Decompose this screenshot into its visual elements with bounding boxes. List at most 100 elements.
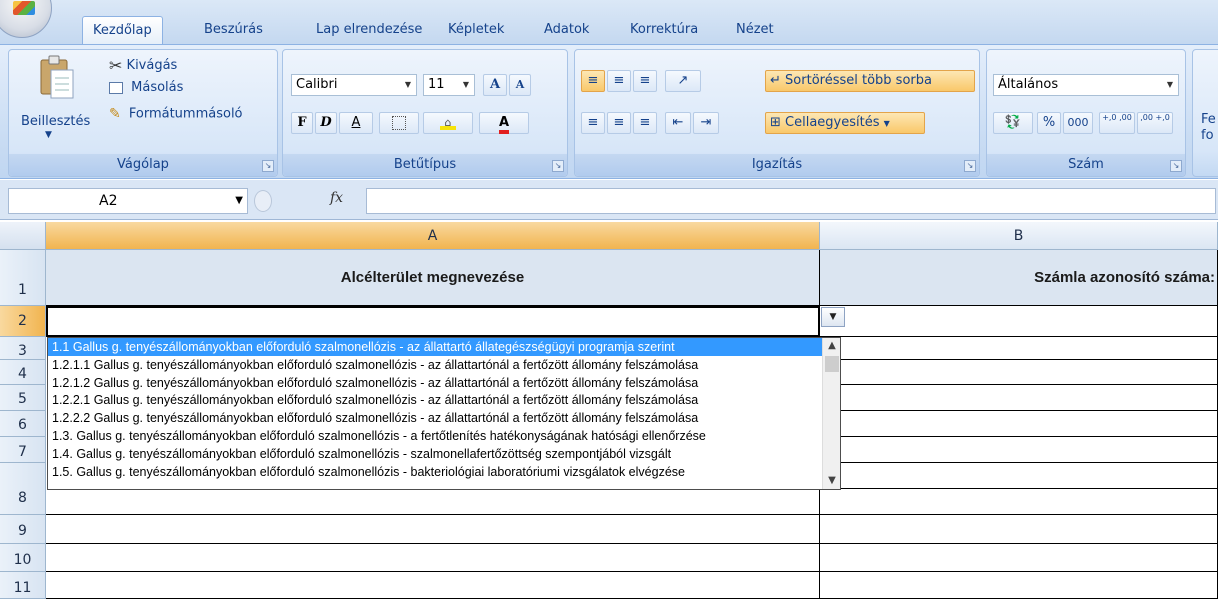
cell-b8b[interactable]	[820, 489, 1218, 515]
tab-formulas[interactable]: Képletek	[438, 16, 514, 44]
cell-b7[interactable]	[820, 437, 1218, 463]
paste-label: Beillesztés	[21, 114, 91, 129]
orientation-button[interactable]: ↗	[665, 70, 701, 92]
dropdown-item[interactable]: 1.2.1.1 Gallus g. tenyészállományokban e…	[48, 356, 822, 374]
scissors-icon: ✂	[109, 56, 123, 75]
decrease-decimal-button[interactable]: ,00 +,0	[1137, 112, 1173, 134]
increase-indent-button[interactable]: ⇥	[693, 112, 719, 134]
tab-review[interactable]: Korrektúra	[620, 16, 708, 44]
row-header-1[interactable]: 1	[0, 250, 46, 306]
scroll-down-icon[interactable]: ▼	[823, 473, 840, 489]
cell-a11[interactable]	[46, 572, 820, 599]
tab-home[interactable]: Kezdőlap	[82, 16, 163, 44]
align-top-button[interactable]: ≡	[581, 70, 605, 92]
chevron-down-icon: ▼	[404, 80, 412, 89]
font-name-combo[interactable]: Calibri ▼	[291, 74, 417, 96]
dropdown-item[interactable]: 1.2.2.2 Gallus g. tenyészállományokban e…	[48, 409, 822, 427]
align-left-button[interactable]: ≡	[581, 112, 605, 134]
fx-icon[interactable]: fx	[330, 190, 343, 206]
font-color-button[interactable]: A	[479, 112, 529, 134]
validation-dropdown-list[interactable]: 1.1 Gallus g. tenyészállományokban előfo…	[47, 337, 841, 490]
scroll-thumb[interactable]	[825, 356, 839, 372]
cell-a2-active[interactable]	[46, 306, 820, 337]
tab-data[interactable]: Adatok	[534, 16, 599, 44]
cell-b11[interactable]	[820, 572, 1218, 599]
tab-view[interactable]: Nézet	[726, 16, 784, 44]
row-header-3[interactable]: 3	[0, 337, 46, 360]
paste-button[interactable]: Beillesztés ▼	[15, 54, 91, 146]
shrink-font-button[interactable]: A	[509, 74, 531, 96]
row-header-2[interactable]: 2	[0, 306, 46, 337]
cell-b9[interactable]	[820, 515, 1218, 544]
copy-button[interactable]: Másolás	[109, 80, 183, 95]
font-size-combo[interactable]: 11 ▼	[423, 74, 475, 96]
currency-button[interactable]: 💱	[993, 112, 1033, 134]
merge-cells-button[interactable]: ⊞ Cellaegyesítés ▼	[765, 112, 925, 134]
brush-icon: ✎	[109, 106, 121, 122]
tab-page-layout[interactable]: Lap elrendezése	[306, 16, 432, 44]
name-box[interactable]: A2 ▼	[8, 188, 248, 214]
cell-a9[interactable]	[46, 515, 820, 544]
dropdown-arrow-button[interactable]: ▼	[821, 307, 845, 327]
cell-b5[interactable]	[820, 385, 1218, 411]
column-header-a[interactable]: A	[46, 222, 820, 250]
bold-button[interactable]: F	[291, 112, 313, 134]
row-header-11[interactable]: 11	[0, 572, 46, 599]
font-launcher-icon[interactable]: ↘	[552, 160, 564, 172]
row-header-9[interactable]: 9	[0, 515, 46, 544]
cell-b6[interactable]	[820, 411, 1218, 437]
row-header-6[interactable]: 6	[0, 411, 46, 437]
fill-color-button[interactable]: ⌂	[423, 112, 473, 134]
office-button[interactable]	[0, 0, 52, 38]
dropdown-item[interactable]: 1.4. Gallus g. tenyészállományokban előf…	[48, 445, 822, 463]
select-all-corner[interactable]	[0, 222, 46, 250]
formula-input[interactable]	[366, 188, 1216, 214]
number-format-combo[interactable]: Általános ▼	[993, 74, 1179, 96]
cell-b8a[interactable]	[820, 463, 1218, 489]
column-header-b[interactable]: B	[820, 222, 1218, 250]
row-header-8[interactable]: 8	[0, 463, 46, 515]
thousands-button[interactable]: 000	[1063, 112, 1093, 134]
align-center-button[interactable]: ≡	[607, 112, 631, 134]
cell-b4[interactable]	[820, 360, 1218, 385]
row-header-10[interactable]: 10	[0, 544, 46, 572]
cell-a10[interactable]	[46, 544, 820, 572]
conditional-format-label[interactable]: Fe fo	[1201, 112, 1216, 144]
borders-button[interactable]	[379, 112, 419, 134]
dropdown-item[interactable]: 1.2.2.1 Gallus g. tenyészállományokban e…	[48, 391, 822, 409]
underline-button[interactable]: A	[339, 112, 373, 134]
format-painter-button[interactable]: ✎ Formátummásoló	[109, 106, 243, 122]
clipboard-launcher-icon[interactable]: ↘	[262, 160, 274, 172]
italic-button[interactable]: D	[315, 112, 337, 134]
scroll-up-icon[interactable]: ▲	[823, 338, 840, 354]
cell-b10[interactable]	[820, 544, 1218, 572]
cell-a1[interactable]: Alcélterület megnevezése	[46, 250, 820, 306]
wrap-text-button[interactable]: ↵ Sortöréssel több sorba	[765, 70, 975, 92]
align-bottom-button[interactable]: ≡	[633, 70, 657, 92]
formula-bar-divider[interactable]	[254, 190, 272, 212]
dropdown-item[interactable]: 1.3. Gallus g. tenyészállományokban előf…	[48, 427, 822, 445]
dropdown-item[interactable]: 1.1 Gallus g. tenyészállományokban előfo…	[48, 338, 822, 356]
align-right-button[interactable]: ≡	[633, 112, 657, 134]
align-middle-button[interactable]: ≡	[607, 70, 631, 92]
grow-font-button[interactable]: A	[483, 74, 507, 96]
cell-b1[interactable]: Számla azonosító száma:	[820, 250, 1218, 306]
row-header-5[interactable]: 5	[0, 385, 46, 411]
percent-button[interactable]: %	[1037, 112, 1061, 134]
dropdown-scrollbar[interactable]: ▲ ▼	[822, 338, 840, 489]
number-launcher-icon[interactable]: ↘	[1170, 160, 1182, 172]
cut-label: Kivágás	[126, 58, 178, 73]
cut-button[interactable]: ✂ Kivágás	[109, 56, 177, 75]
dropdown-item[interactable]: 1.5. Gallus g. tenyészállományokban előf…	[48, 463, 822, 481]
increase-decimal-button[interactable]: +,0 ,00	[1099, 112, 1135, 134]
tab-insert[interactable]: Beszúrás	[194, 16, 273, 44]
dropdown-item[interactable]: 1.2.1.2 Gallus g. tenyészállományokban e…	[48, 374, 822, 392]
cell-b2[interactable]	[820, 306, 1218, 337]
cell-b3[interactable]	[820, 337, 1218, 360]
cell-a8[interactable]	[46, 490, 820, 515]
row-header-7[interactable]: 7	[0, 437, 46, 463]
row-header-4[interactable]: 4	[0, 360, 46, 385]
decrease-indent-button[interactable]: ⇤	[665, 112, 691, 134]
paste-dropdown-icon[interactable]: ▼	[45, 130, 52, 140]
alignment-launcher-icon[interactable]: ↘	[964, 160, 976, 172]
